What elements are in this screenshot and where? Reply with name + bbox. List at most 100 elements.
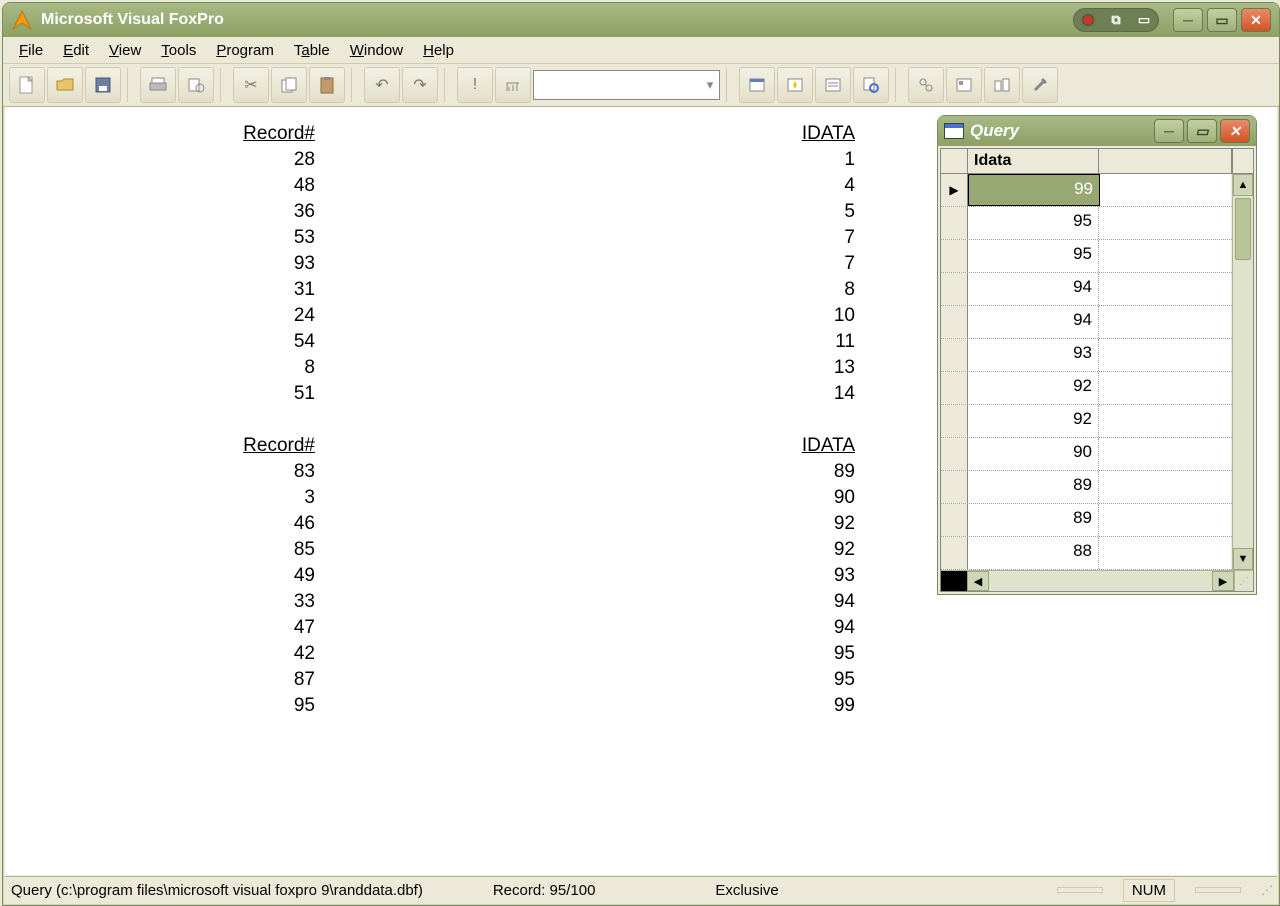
vertical-scrollbar[interactable]: ▲ ▼ [1232, 174, 1253, 570]
paste-button[interactable] [309, 67, 345, 103]
scroll-up-icon[interactable]: ▲ [1233, 174, 1253, 196]
table-row[interactable]: 94 [941, 273, 1232, 306]
cell-idata[interactable]: 90 [968, 438, 1099, 470]
classes-button[interactable] [946, 67, 982, 103]
menu-program[interactable]: Program [206, 40, 284, 61]
database-combo[interactable]: ▾ [533, 70, 720, 100]
table-row[interactable]: 89 [941, 471, 1232, 504]
toolbar: ✂ ↶ ↷ ! ▾ [3, 64, 1279, 107]
builder-button[interactable] [1022, 67, 1058, 103]
properties-button[interactable] [815, 67, 851, 103]
table-row[interactable]: 89 [941, 504, 1232, 537]
row-selector[interactable] [941, 405, 968, 437]
status-caps [1195, 887, 1241, 893]
query-window[interactable]: Query ─ ▭ ✕ Idata ▶99959594949392 [937, 115, 1257, 595]
cell-idata[interactable]: 94 [968, 273, 1099, 305]
row-selector[interactable] [941, 273, 968, 305]
cell-idata[interactable]: 88 [968, 537, 1099, 569]
cell-idata[interactable]: 95 [968, 240, 1099, 272]
cut-button[interactable]: ✂ [233, 67, 269, 103]
grid-header: Idata [941, 149, 1253, 174]
print-button[interactable] [140, 67, 176, 103]
chevron-down-icon: ▾ [701, 77, 719, 93]
query-maximize-button[interactable]: ▭ [1187, 119, 1217, 143]
copy-button[interactable] [271, 67, 307, 103]
titlebar: Microsoft Visual FoxPro ⧉ ▭ ─ ▭ ✕ [3, 3, 1279, 37]
menu-view[interactable]: View [99, 40, 151, 61]
menu-help[interactable]: Help [413, 40, 464, 61]
table-row[interactable]: 92 [941, 372, 1232, 405]
cell-idata[interactable]: 92 [968, 405, 1099, 437]
modify-button[interactable] [495, 67, 531, 103]
row-selector[interactable] [941, 537, 968, 569]
scroll-right-icon[interactable]: ▶ [1212, 571, 1234, 591]
form-button[interactable] [739, 67, 775, 103]
column-header-idata[interactable]: Idata [968, 149, 1099, 173]
row-selector[interactable] [941, 372, 968, 404]
scroll-thumb[interactable] [1235, 198, 1251, 260]
browse-button[interactable] [853, 67, 889, 103]
table-row[interactable]: 95 [941, 240, 1232, 273]
main-window: Microsoft Visual FoxPro ⧉ ▭ ─ ▭ ✕ File E… [2, 2, 1280, 906]
objects-button[interactable] [984, 67, 1020, 103]
table-row[interactable]: 93 [941, 339, 1232, 372]
horizontal-scrollbar[interactable]: ◀ ▶ ⋰ [941, 570, 1253, 591]
scroll-down-icon[interactable]: ▼ [1233, 548, 1253, 570]
undo-button[interactable]: ↶ [364, 67, 400, 103]
browse-grid-icon [944, 123, 964, 139]
table-row[interactable]: 90 [941, 438, 1232, 471]
menu-file[interactable]: File [9, 40, 53, 61]
resize-grip-icon[interactable]: ⋰ [1234, 571, 1253, 591]
cell-idata[interactable]: 95 [968, 207, 1099, 239]
new-button[interactable] [9, 67, 45, 103]
row-selector[interactable] [941, 504, 968, 536]
table-row[interactable]: 94 [941, 306, 1232, 339]
cell-idata[interactable]: 89 [968, 471, 1099, 503]
cell-idata[interactable]: 99 [968, 174, 1100, 206]
row-selector[interactable] [941, 240, 968, 272]
table-row[interactable]: 92 [941, 405, 1232, 438]
table-row[interactable]: 88 [941, 537, 1232, 570]
menu-tools[interactable]: Tools [151, 40, 206, 61]
menu-edit[interactable]: Edit [53, 40, 99, 61]
row-selector[interactable] [941, 207, 968, 239]
skin-capsule[interactable]: ⧉ ▭ [1073, 8, 1159, 32]
query-titlebar[interactable]: Query ─ ▭ ✕ [938, 116, 1256, 146]
autoform-button[interactable] [777, 67, 813, 103]
status-ovr [1057, 887, 1103, 893]
menu-table[interactable]: Table [284, 40, 340, 61]
menu-window[interactable]: Window [340, 40, 413, 61]
open-button[interactable] [47, 67, 83, 103]
window-resize-grip-icon[interactable]: ⋰ [1261, 883, 1271, 897]
workspace: Record# 28 48 36 53 93 31 24 54 8 51 IDA… [5, 107, 1277, 875]
minimize-button[interactable]: ─ [1173, 8, 1203, 32]
app-icon [11, 9, 33, 31]
cell-idata[interactable]: 89 [968, 504, 1099, 536]
maximize-button[interactable]: ▭ [1207, 8, 1237, 32]
query-close-button[interactable]: ✕ [1220, 119, 1250, 143]
capsule-restore-icon: ⧉ [1102, 9, 1130, 31]
table-row[interactable]: ▶99 [941, 174, 1232, 207]
datasession-button[interactable] [908, 67, 944, 103]
redo-button[interactable]: ↷ [402, 67, 438, 103]
save-button[interactable] [85, 67, 121, 103]
window-title: Microsoft Visual FoxPro [41, 11, 224, 29]
query-title: Query [970, 121, 1019, 141]
close-button[interactable]: ✕ [1241, 8, 1271, 32]
cell-idata[interactable]: 94 [968, 306, 1099, 338]
cell-idata[interactable]: 93 [968, 339, 1099, 371]
query-grid[interactable]: Idata ▶999595949493929290898988 ▲ ▼ [940, 148, 1254, 592]
row-selector[interactable] [941, 438, 968, 470]
row-selector[interactable] [941, 471, 968, 503]
cell-idata[interactable]: 92 [968, 372, 1099, 404]
status-num: NUM [1123, 879, 1175, 902]
row-selector[interactable] [941, 339, 968, 371]
record-dot-icon [1074, 9, 1102, 31]
row-selector[interactable] [941, 306, 968, 338]
scroll-left-icon[interactable]: ◀ [967, 571, 989, 591]
row-selector[interactable]: ▶ [941, 174, 968, 206]
query-minimize-button[interactable]: ─ [1154, 119, 1184, 143]
table-row[interactable]: 95 [941, 207, 1232, 240]
print-preview-button[interactable] [178, 67, 214, 103]
run-button[interactable]: ! [457, 67, 493, 103]
